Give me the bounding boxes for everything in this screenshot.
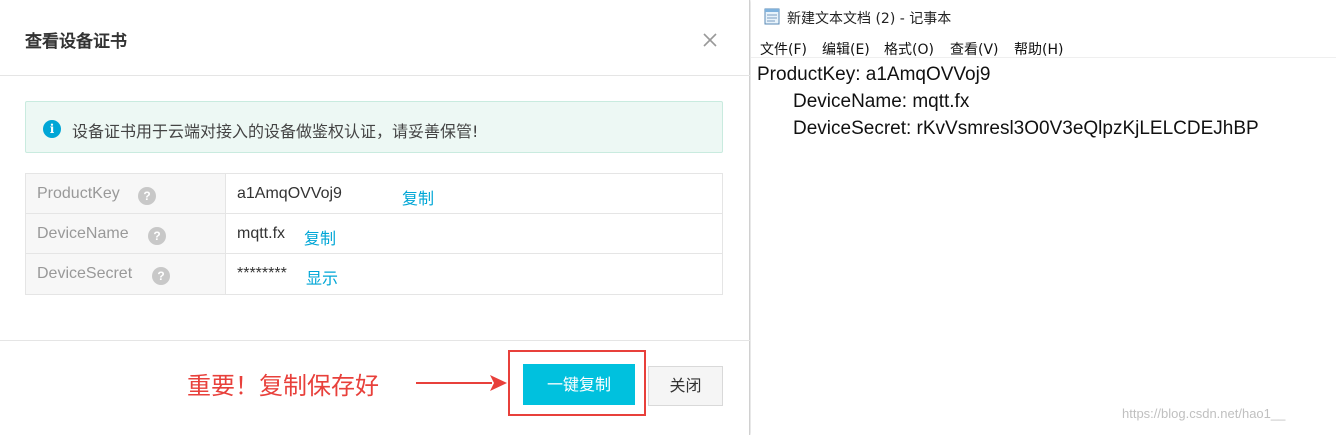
menu-view[interactable]: 查看(V) [950, 39, 999, 59]
close-button[interactable]: 关闭 [648, 366, 723, 406]
dialog-title: 查看设备证书 [25, 32, 127, 52]
certificate-table: ProductKey ? a1AmqOVVoj9 复制 DeviceName ?… [25, 173, 723, 295]
copy-product-key-link[interactable]: 复制 [402, 185, 434, 209]
device-name-value: mqtt.fx [237, 225, 286, 242]
notepad-titlebar: 新建文本文档 (2) - 记事本 [751, 0, 1336, 34]
device-secret-value: ******** [237, 265, 287, 282]
notepad-window: 新建文本文档 (2) - 记事本 文件(F) 编辑(E) 格式(O) 查看(V)… [751, 0, 1336, 435]
table-row: ProductKey ? a1AmqOVVoj9 复制 [26, 174, 722, 214]
copy-device-name-link[interactable]: 复制 [304, 225, 336, 249]
field-key-label: DeviceSecret [37, 265, 133, 282]
annotation-arrow-icon [416, 375, 507, 391]
menu-file[interactable]: 文件(F) [760, 39, 807, 59]
help-icon[interactable]: ? [152, 267, 170, 285]
field-key-cell: ProductKey ? [26, 174, 226, 213]
watermark-text: https://blog.csdn.net/hao1__ [1122, 406, 1286, 421]
notepad-icon [764, 8, 780, 25]
help-icon[interactable]: ? [138, 187, 156, 205]
menu-help[interactable]: 帮助(H) [1014, 39, 1063, 59]
text-line: DeviceSecret: rKvVsmresl3O0V3eQlpzKjLELC… [793, 118, 1259, 139]
notepad-menubar: 文件(F) 编辑(E) 格式(O) 查看(V) 帮助(H) [751, 36, 1336, 58]
table-row: DeviceName ? mqtt.fx 复制 [26, 214, 722, 254]
field-key-cell: DeviceName ? [26, 214, 226, 253]
help-icon[interactable]: ? [148, 227, 166, 245]
text-line: DeviceName: mqtt.fx [793, 91, 970, 112]
menu-edit[interactable]: 编辑(E) [822, 39, 870, 59]
info-text: 设备证书用于云端对接入的设备做鉴权认证，请妥善保管! [72, 122, 479, 141]
field-key-label: DeviceName [37, 225, 129, 242]
product-key-value: a1AmqOVVoj9 [237, 185, 342, 202]
text-line: ProductKey: a1AmqOVVoj9 [757, 64, 991, 85]
table-row: DeviceSecret ? ******** 显示 [26, 254, 722, 294]
dialog-header: 查看设备证书 [0, 0, 750, 76]
field-key-label: ProductKey [37, 185, 120, 202]
copy-all-button[interactable]: 一键复制 [523, 364, 635, 405]
info-icon: i [43, 120, 61, 138]
field-key-cell: DeviceSecret ? [26, 254, 226, 294]
info-alert: i 设备证书用于云端对接入的设备做鉴权认证，请妥善保管! [25, 101, 723, 153]
show-device-secret-link[interactable]: 显示 [306, 265, 338, 289]
notepad-title: 新建文本文档 (2) - 记事本 [787, 11, 952, 27]
annotation-text: 重要！复制保存好 [187, 372, 379, 400]
notepad-text-area[interactable]: ProductKey: a1AmqOVVoj9 DeviceName: mqtt… [751, 60, 1336, 435]
menu-format[interactable]: 格式(O) [884, 39, 934, 59]
close-icon[interactable] [700, 30, 720, 50]
